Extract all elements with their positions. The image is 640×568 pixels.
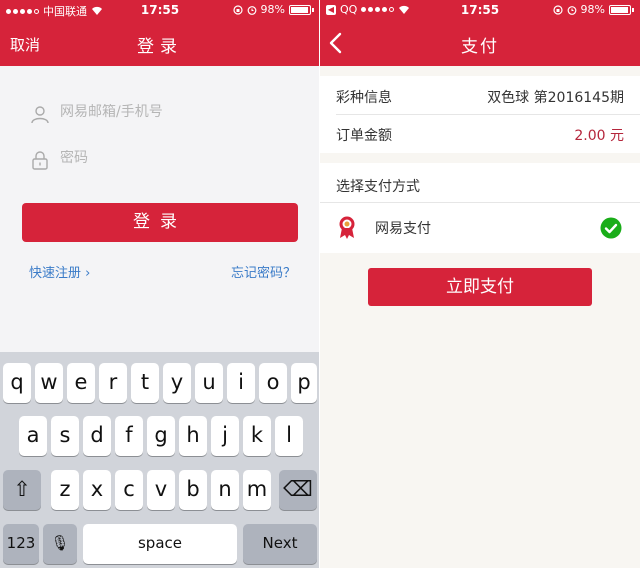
- register-link[interactable]: 快速注册 ›: [29, 262, 90, 281]
- status-bar: 中国联通 17:55 98%: [0, 0, 320, 20]
- keyboard: q w e r t y u i o p a s d f g h j k l ⇧ …: [0, 352, 320, 568]
- lottery-row: 彩种信息 双色球 第2016145期: [320, 76, 640, 114]
- forgot-password-link[interactable]: 忘记密码？: [231, 262, 296, 281]
- password-field[interactable]: [22, 138, 298, 182]
- amount-row: 订单金额 2.00 元: [320, 114, 640, 152]
- order-info-panel: 彩种信息 双色球 第2016145期 订单金额 2.00 元: [320, 76, 640, 153]
- key-c[interactable]: c: [115, 470, 143, 510]
- microphone-key[interactable]: 🎙: [43, 524, 77, 564]
- key-k[interactable]: k: [243, 416, 271, 456]
- payment-screen: ◀ QQ 17:55 98% 支付 彩种信息 双色球 第2016145期 订单金…: [320, 0, 640, 568]
- key-a[interactable]: a: [19, 416, 47, 456]
- delete-key[interactable]: ⌫: [279, 470, 317, 510]
- payment-method-label: 网易支付: [375, 221, 431, 237]
- payment-method-panel: 选择支付方式 网易支付: [320, 163, 640, 253]
- key-x[interactable]: x: [83, 470, 111, 510]
- user-icon: [31, 106, 49, 124]
- key-r[interactable]: r: [99, 363, 127, 403]
- page-title: 登录: [137, 37, 183, 57]
- alarm-icon: [567, 5, 576, 15]
- key-h[interactable]: h: [179, 416, 207, 456]
- orientation-lock-icon: [232, 4, 243, 15]
- pay-now-button[interactable]: 立即支付: [368, 268, 592, 306]
- status-bar: ◀ QQ 17:55 98%: [320, 0, 640, 20]
- key-o[interactable]: o: [259, 363, 287, 403]
- page-title: 支付: [461, 37, 499, 57]
- netease-pay-logo-icon: [339, 216, 355, 239]
- battery-icon: [609, 4, 631, 15]
- key-p[interactable]: p: [291, 363, 317, 403]
- numbers-key[interactable]: 123: [3, 524, 39, 564]
- payment-navbar: 支付: [320, 22, 640, 62]
- key-e[interactable]: e: [67, 363, 95, 403]
- amount-label: 订单金额: [336, 128, 392, 144]
- key-m[interactable]: m: [243, 470, 271, 510]
- login-navbar: 取消 登录: [0, 22, 320, 62]
- space-key[interactable]: space: [83, 524, 237, 564]
- shift-key[interactable]: ⇧: [3, 470, 41, 510]
- key-w[interactable]: w: [35, 363, 63, 403]
- key-v[interactable]: v: [147, 470, 175, 510]
- battery-percent: 98%: [260, 3, 285, 16]
- key-d[interactable]: d: [83, 416, 111, 456]
- key-n[interactable]: n: [211, 470, 239, 510]
- microphone-icon: 🎙: [50, 534, 70, 552]
- orientation-lock-icon: [552, 4, 563, 15]
- amount-value: 2.00 元: [574, 128, 624, 144]
- key-f[interactable]: f: [115, 416, 143, 456]
- payment-section-label: 选择支付方式: [336, 179, 420, 195]
- payment-option-netease[interactable]: 网易支付: [320, 205, 640, 251]
- alarm-icon: [247, 5, 256, 15]
- key-u[interactable]: u: [195, 363, 223, 403]
- payment-section-header: 选择支付方式: [320, 165, 640, 203]
- key-i[interactable]: i: [227, 363, 255, 403]
- check-circle-icon: [600, 217, 622, 239]
- login-button[interactable]: 登录: [22, 203, 298, 242]
- battery-percent: 98%: [580, 3, 605, 16]
- key-l[interactable]: l: [275, 416, 303, 456]
- key-b[interactable]: b: [179, 470, 207, 510]
- key-t[interactable]: t: [131, 363, 159, 403]
- next-key[interactable]: Next: [243, 524, 317, 564]
- key-j[interactable]: j: [211, 416, 239, 456]
- key-g[interactable]: g: [147, 416, 175, 456]
- account-field[interactable]: [22, 92, 298, 136]
- delete-icon: ⌫: [283, 477, 313, 501]
- battery-icon: [289, 4, 311, 15]
- key-y[interactable]: y: [163, 363, 191, 403]
- key-z[interactable]: z: [51, 470, 79, 510]
- lottery-value: 双色球 第2016145期: [487, 90, 624, 106]
- row-divider: [320, 202, 640, 203]
- lock-icon: [32, 151, 48, 170]
- key-q[interactable]: q: [3, 363, 31, 403]
- key-s[interactable]: s: [51, 416, 79, 456]
- lottery-label: 彩种信息: [336, 90, 392, 106]
- shift-icon: ⇧: [13, 477, 31, 501]
- account-input[interactable]: [60, 104, 280, 120]
- password-input[interactable]: [60, 150, 280, 166]
- login-screen: 中国联通 17:55 98% 取消 登录 登录 快速注册 › 忘记密码？ q w…: [0, 0, 320, 568]
